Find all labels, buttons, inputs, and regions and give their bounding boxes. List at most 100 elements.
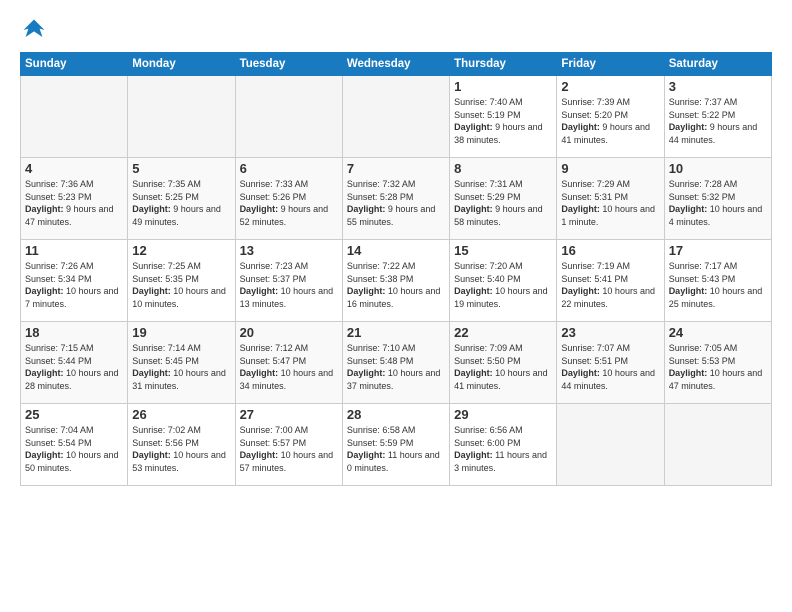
- calendar-cell: 24 Sunrise: 7:05 AMSunset: 5:53 PMDayligh…: [664, 322, 771, 404]
- day-detail: Sunrise: 7:36 AMSunset: 5:23 PMDaylight:…: [25, 178, 123, 228]
- day-number: 26: [132, 407, 230, 422]
- calendar-cell: 18Sunrise: 7:15 AMSunset: 5:44 PMDayligh…: [21, 322, 128, 404]
- calendar-week-row: 11 Sunrise: 7:26 AMSunset: 5:34 PMDayligh…: [21, 240, 772, 322]
- day-detail: Sunrise: 7:22 AMSunset: 5:38 PMDaylight:…: [347, 260, 445, 310]
- day-number: 27: [240, 407, 338, 422]
- day-number: 24: [669, 325, 767, 340]
- calendar-cell: [128, 76, 235, 158]
- day-detail: Sunrise: 7:35 AMSunset: 5:25 PMDaylight:…: [132, 178, 230, 228]
- day-detail: Sunrise: 7:26 AMSunset: 5:34 PMDaylight:…: [25, 260, 123, 310]
- calendar-week-row: 25 Sunrise: 7:04 AMSunset: 5:54 PMDayligh…: [21, 404, 772, 486]
- day-number: 17: [669, 243, 767, 258]
- day-number: 8: [454, 161, 552, 176]
- day-detail: Sunrise: 7:00 AMSunset: 5:57 PMDaylight:…: [240, 424, 338, 474]
- calendar-cell: 11 Sunrise: 7:26 AMSunset: 5:34 PMDayligh…: [21, 240, 128, 322]
- calendar-cell: 13 Sunrise: 7:23 AMSunset: 5:37 PMDayligh…: [235, 240, 342, 322]
- day-detail: Sunrise: 7:33 AMSunset: 5:26 PMDaylight:…: [240, 178, 338, 228]
- calendar-cell: 26 Sunrise: 7:02 AMSunset: 5:56 PMDayligh…: [128, 404, 235, 486]
- day-detail: Sunrise: 7:12 AMSunset: 5:47 PMDaylight:…: [240, 342, 338, 392]
- day-number: 5: [132, 161, 230, 176]
- day-detail: Sunrise: 7:28 AMSunset: 5:32 PMDaylight:…: [669, 178, 767, 228]
- page-container: SundayMondayTuesdayWednesdayThursdayFrid…: [0, 0, 792, 496]
- day-detail: Sunrise: 7:02 AMSunset: 5:56 PMDaylight:…: [132, 424, 230, 474]
- calendar-cell: 14 Sunrise: 7:22 AMSunset: 5:38 PMDayligh…: [342, 240, 449, 322]
- day-detail: Sunrise: 7:05 AMSunset: 5:53 PMDaylight:…: [669, 342, 767, 392]
- calendar-day-header: Friday: [557, 53, 664, 76]
- day-number: 14: [347, 243, 445, 258]
- header: [20, 16, 772, 44]
- calendar-cell: 17 Sunrise: 7:17 AMSunset: 5:43 PMDayligh…: [664, 240, 771, 322]
- calendar-cell: 6 Sunrise: 7:33 AMSunset: 5:26 PMDaylight…: [235, 158, 342, 240]
- calendar-cell: 2 Sunrise: 7:39 AMSunset: 5:20 PMDaylight…: [557, 76, 664, 158]
- day-number: 18: [25, 325, 123, 340]
- day-number: 9: [561, 161, 659, 176]
- day-number: 6: [240, 161, 338, 176]
- calendar-table: SundayMondayTuesdayWednesdayThursdayFrid…: [20, 52, 772, 486]
- calendar-cell: 28 Sunrise: 6:58 AMSunset: 5:59 PMDayligh…: [342, 404, 449, 486]
- day-detail: Sunrise: 6:58 AMSunset: 5:59 PMDaylight:…: [347, 424, 445, 474]
- calendar-header-row: SundayMondayTuesdayWednesdayThursdayFrid…: [21, 53, 772, 76]
- calendar-week-row: 1Sunrise: 7:40 AMSunset: 5:19 PMDaylight…: [21, 76, 772, 158]
- day-detail: Sunrise: 7:29 AMSunset: 5:31 PMDaylight:…: [561, 178, 659, 228]
- calendar-cell: [235, 76, 342, 158]
- day-number: 3: [669, 79, 767, 94]
- day-detail: Sunrise: 7:37 AMSunset: 5:22 PMDaylight:…: [669, 96, 767, 146]
- day-detail: Sunrise: 7:14 AMSunset: 5:45 PMDaylight:…: [132, 342, 230, 392]
- calendar-day-header: Monday: [128, 53, 235, 76]
- calendar-cell: [21, 76, 128, 158]
- calendar-cell: 4 Sunrise: 7:36 AMSunset: 5:23 PMDaylight…: [21, 158, 128, 240]
- day-detail: Sunrise: 7:17 AMSunset: 5:43 PMDaylight:…: [669, 260, 767, 310]
- day-number: 20: [240, 325, 338, 340]
- calendar-cell: 22 Sunrise: 7:09 AMSunset: 5:50 PMDayligh…: [450, 322, 557, 404]
- calendar-cell: 25 Sunrise: 7:04 AMSunset: 5:54 PMDayligh…: [21, 404, 128, 486]
- day-number: 15: [454, 243, 552, 258]
- calendar-week-row: 4 Sunrise: 7:36 AMSunset: 5:23 PMDaylight…: [21, 158, 772, 240]
- calendar-cell: 23Sunrise: 7:07 AMSunset: 5:51 PMDayligh…: [557, 322, 664, 404]
- day-detail: Sunrise: 7:39 AMSunset: 5:20 PMDaylight:…: [561, 96, 659, 146]
- calendar-cell: [342, 76, 449, 158]
- day-number: 13: [240, 243, 338, 258]
- day-number: 10: [669, 161, 767, 176]
- calendar-cell: 5 Sunrise: 7:35 AMSunset: 5:25 PMDaylight…: [128, 158, 235, 240]
- day-number: 12: [132, 243, 230, 258]
- calendar-day-header: Saturday: [664, 53, 771, 76]
- calendar-cell: 10 Sunrise: 7:28 AMSunset: 5:32 PMDayligh…: [664, 158, 771, 240]
- day-number: 11: [25, 243, 123, 258]
- day-detail: Sunrise: 7:25 AMSunset: 5:35 PMDaylight:…: [132, 260, 230, 310]
- day-detail: Sunrise: 7:20 AMSunset: 5:40 PMDaylight:…: [454, 260, 552, 310]
- day-number: 29: [454, 407, 552, 422]
- logo-icon: [20, 16, 48, 44]
- day-detail: Sunrise: 7:04 AMSunset: 5:54 PMDaylight:…: [25, 424, 123, 474]
- calendar-day-header: Thursday: [450, 53, 557, 76]
- calendar-cell: 3 Sunrise: 7:37 AMSunset: 5:22 PMDaylight…: [664, 76, 771, 158]
- day-number: 19: [132, 325, 230, 340]
- calendar-day-header: Tuesday: [235, 53, 342, 76]
- day-number: 25: [25, 407, 123, 422]
- calendar-cell: 21Sunrise: 7:10 AMSunset: 5:48 PMDayligh…: [342, 322, 449, 404]
- day-number: 22: [454, 325, 552, 340]
- day-number: 16: [561, 243, 659, 258]
- calendar-cell: 19 Sunrise: 7:14 AMSunset: 5:45 PMDayligh…: [128, 322, 235, 404]
- day-detail: Sunrise: 7:19 AMSunset: 5:41 PMDaylight:…: [561, 260, 659, 310]
- day-detail: Sunrise: 6:56 AMSunset: 6:00 PMDaylight:…: [454, 424, 552, 474]
- day-detail: Sunrise: 7:09 AMSunset: 5:50 PMDaylight:…: [454, 342, 552, 392]
- calendar-day-header: Sunday: [21, 53, 128, 76]
- calendar-cell: 15 Sunrise: 7:20 AMSunset: 5:40 PMDayligh…: [450, 240, 557, 322]
- day-number: 28: [347, 407, 445, 422]
- calendar-cell: 27 Sunrise: 7:00 AMSunset: 5:57 PMDayligh…: [235, 404, 342, 486]
- calendar-week-row: 18Sunrise: 7:15 AMSunset: 5:44 PMDayligh…: [21, 322, 772, 404]
- calendar-cell: 1Sunrise: 7:40 AMSunset: 5:19 PMDaylight…: [450, 76, 557, 158]
- day-number: 4: [25, 161, 123, 176]
- day-number: 1: [454, 79, 552, 94]
- calendar-cell: [664, 404, 771, 486]
- calendar-cell: 12 Sunrise: 7:25 AMSunset: 5:35 PMDayligh…: [128, 240, 235, 322]
- day-detail: Sunrise: 7:23 AMSunset: 5:37 PMDaylight:…: [240, 260, 338, 310]
- day-detail: Sunrise: 7:31 AMSunset: 5:29 PMDaylight:…: [454, 178, 552, 228]
- day-number: 7: [347, 161, 445, 176]
- day-number: 23: [561, 325, 659, 340]
- logo: [20, 16, 52, 44]
- day-detail: Sunrise: 7:32 AMSunset: 5:28 PMDaylight:…: [347, 178, 445, 228]
- calendar-cell: 16 Sunrise: 7:19 AMSunset: 5:41 PMDayligh…: [557, 240, 664, 322]
- day-number: 2: [561, 79, 659, 94]
- calendar-cell: 7 Sunrise: 7:32 AMSunset: 5:28 PMDaylight…: [342, 158, 449, 240]
